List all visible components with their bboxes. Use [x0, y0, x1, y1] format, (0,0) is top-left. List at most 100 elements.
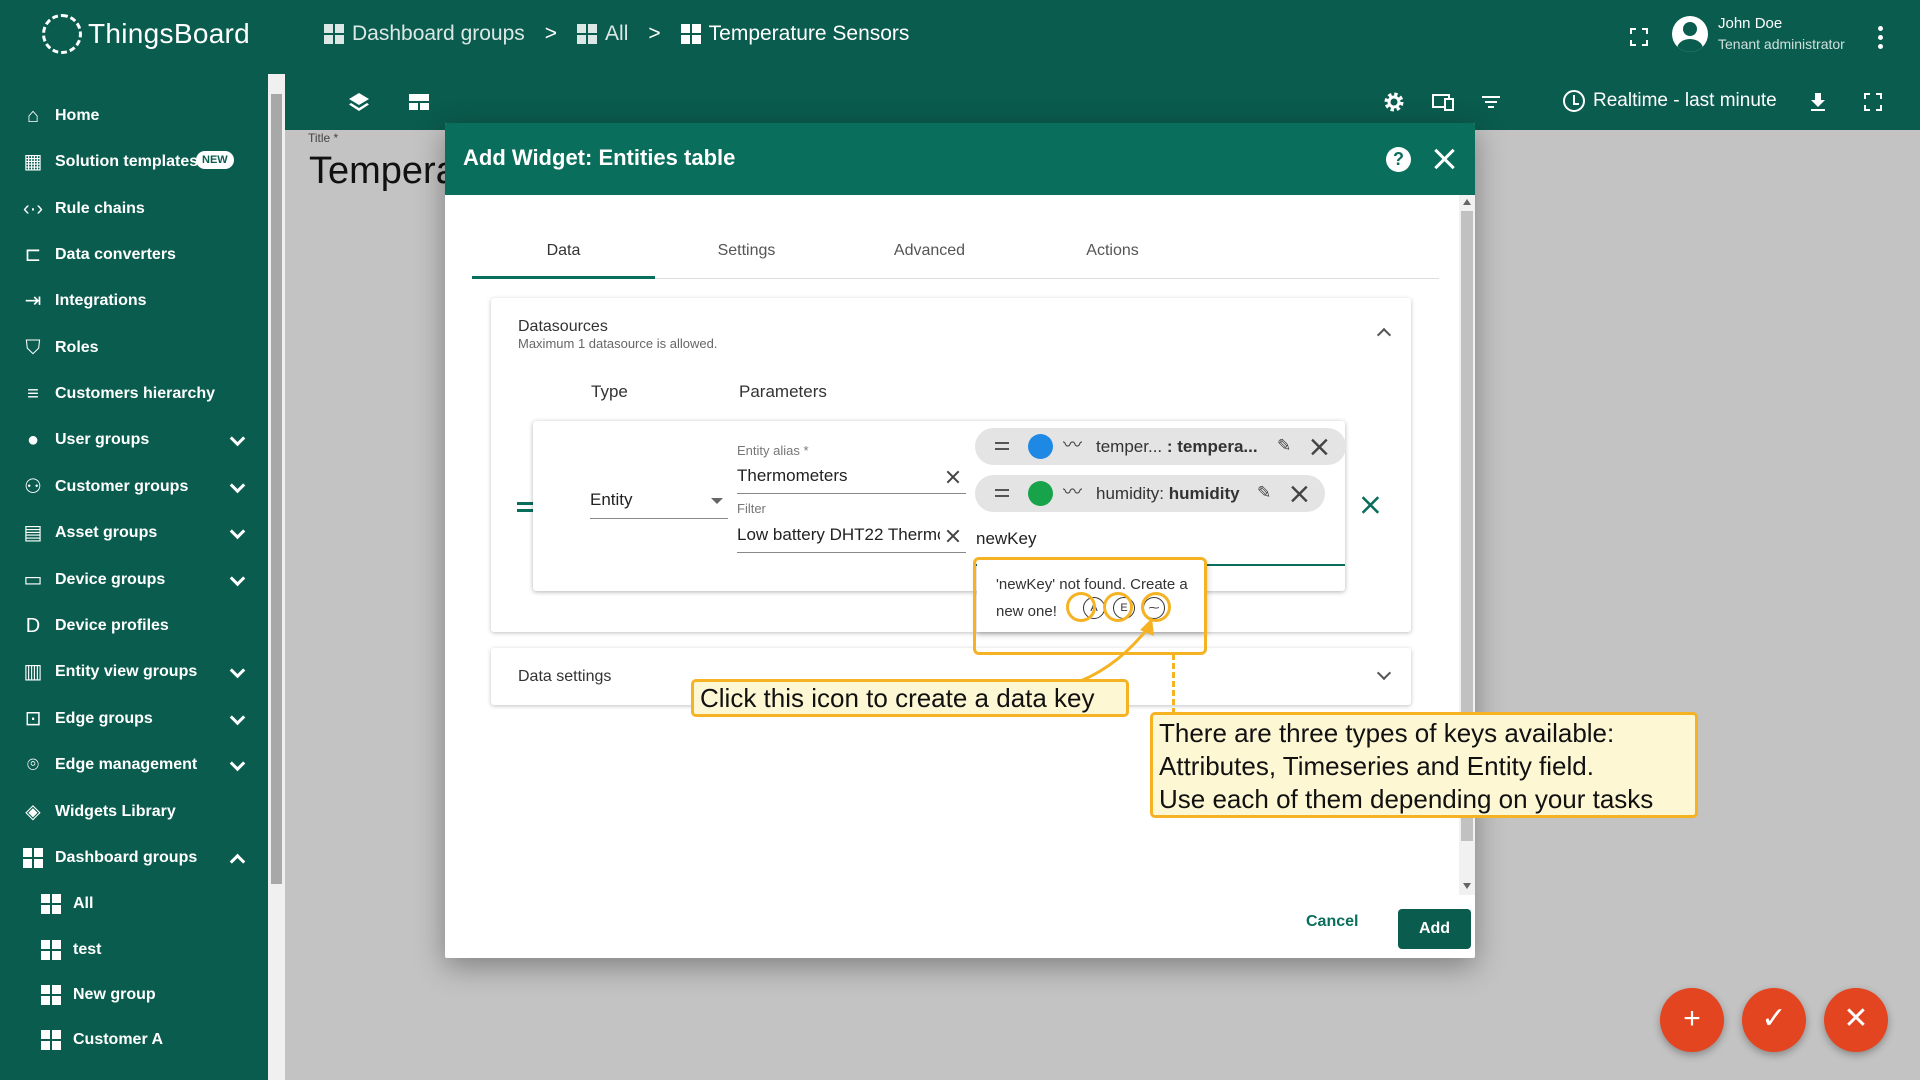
sidebar-item-all[interactable]: All — [0, 884, 268, 924]
app-logo[interactable]: ThingsBoard — [42, 14, 250, 54]
sidebar-item-widgets-library[interactable]: ◈ Widgets Library — [0, 792, 268, 832]
sidebar-item-user-groups[interactable]: ● User groups — [0, 420, 268, 460]
tab-settings[interactable]: Settings — [655, 223, 838, 279]
settings-input-antenna-icon: ⌾ — [27, 754, 39, 776]
dashboard-icon — [324, 24, 344, 44]
apps-icon: ▦ — [23, 151, 43, 173]
parameters-column-header: Parameters — [739, 382, 827, 401]
clear-icon[interactable] — [946, 529, 960, 543]
cancel-button[interactable]: Cancel — [1306, 913, 1358, 931]
add-widget-fab[interactable]: + — [1660, 988, 1724, 1052]
drag-handle-icon[interactable] — [995, 442, 1009, 450]
sidebar-item-test[interactable]: test — [0, 930, 268, 970]
sidebar-item-roles[interactable]: ⛉ Roles — [0, 328, 268, 368]
sidebar-item-entity-view-groups[interactable]: ▥ Entity view groups — [0, 652, 268, 692]
sidebar-item-rule-chains[interactable]: ‹·› Rule chains — [0, 189, 268, 229]
timewindow-button[interactable]: Realtime - last minute — [1563, 90, 1777, 112]
data-key-chip[interactable]: 〰 humidity: humidity ✎ — [975, 475, 1325, 512]
fullscreen-icon[interactable] — [1629, 27, 1649, 47]
help-icon[interactable]: ? — [1386, 147, 1411, 172]
tab-data[interactable]: Data — [472, 223, 655, 279]
breadcrumb-separator: > — [648, 22, 661, 45]
data-settings-title: Data settings — [518, 668, 612, 685]
sidebar-item-device-groups[interactable]: ▭ Device groups — [0, 560, 268, 600]
add-button[interactable]: Add — [1398, 909, 1471, 949]
shield-icon: ⛉ — [25, 337, 41, 359]
key-color-dot[interactable] — [1028, 481, 1053, 506]
chevron-down-icon[interactable] — [229, 477, 246, 494]
chevron-up-icon[interactable] — [1376, 327, 1392, 343]
edit-icon[interactable]: ✎ — [1277, 437, 1293, 454]
sidebar-item-label: Edge management — [55, 756, 198, 773]
user-role: Tenant administrator — [1718, 36, 1845, 52]
tab-actions[interactable]: Actions — [1021, 223, 1204, 279]
breadcrumb-all[interactable]: All — [577, 22, 628, 46]
devices-icon[interactable] — [1431, 90, 1455, 114]
entity-alias-input[interactable]: Thermometers — [737, 466, 937, 486]
filter-list-icon[interactable] — [1479, 90, 1503, 114]
sidebar-item-customer-groups[interactable]: ⚇ Customer groups — [0, 467, 268, 507]
user-menu[interactable]: John Doe Tenant administrator — [1672, 14, 1845, 54]
chevron-down-icon[interactable] — [229, 523, 246, 540]
sidebar-item-customers-hierarchy[interactable]: ≡ Customers hierarchy — [0, 374, 268, 414]
drag-handle-icon[interactable] — [995, 489, 1009, 497]
sidebar-item-dashboard-groups[interactable]: Dashboard groups — [0, 838, 268, 878]
dashboard-icon — [40, 939, 62, 961]
sidebar-item-asset-groups[interactable]: ▤ Asset groups — [0, 513, 268, 553]
remove-key-icon[interactable] — [1310, 438, 1328, 456]
chevron-up-icon[interactable] — [229, 853, 246, 870]
sidebar-item-label: Integrations — [55, 292, 147, 309]
sidebar-item-edge-management[interactable]: ⌾ Edge management — [0, 745, 268, 785]
more-vert-icon[interactable] — [1878, 26, 1883, 53]
sidebar-item-label: Customer A — [73, 1031, 164, 1048]
chevron-down-icon[interactable] — [1376, 665, 1392, 681]
decline-changes-fab[interactable]: ✕ — [1824, 988, 1888, 1052]
fullscreen-icon[interactable] — [1863, 92, 1883, 112]
sidebar-item-home[interactable]: ⌂ Home — [0, 96, 268, 136]
datasources-subtitle: Maximum 1 datasource is allowed. — [518, 336, 718, 351]
dashboard-icon — [577, 24, 598, 44]
sidebar-scrollbar[interactable] — [268, 74, 285, 1080]
filter-input[interactable]: Low battery DHT22 Thermometers — [737, 525, 940, 545]
account-circle-icon — [1672, 16, 1708, 52]
sidebar-item-edge-groups[interactable]: ⊡ Edge groups — [0, 699, 268, 739]
apply-changes-fab[interactable]: ✓ — [1742, 988, 1806, 1052]
sidebar-item-device-profiles[interactable]: D Device profiles — [0, 606, 268, 646]
domain-icon: ▤ — [23, 522, 43, 544]
remove-key-icon[interactable] — [1290, 485, 1308, 503]
settings-icon[interactable] — [1382, 90, 1406, 114]
edit-icon[interactable]: ✎ — [1257, 484, 1273, 501]
sidebar-item-solution-templates[interactable]: ▦ Solution templates NEW — [0, 142, 268, 182]
dashboard-icon — [40, 1029, 62, 1051]
view-quilt-icon: ▥ — [23, 661, 43, 683]
tab-advanced[interactable]: Advanced — [838, 223, 1021, 279]
timeline-icon: 〰 — [1063, 482, 1083, 503]
remove-datasource-icon[interactable] — [1361, 496, 1380, 515]
key-color-dot[interactable] — [1028, 434, 1053, 459]
sidebar-item-new-group[interactable]: New group — [0, 975, 268, 1015]
router-icon: ⊡ — [24, 708, 42, 730]
sidebar-item-integrations[interactable]: ⇥ Integrations — [0, 281, 268, 321]
sidebar-item-customer-a[interactable]: Customer A — [0, 1020, 268, 1060]
input-icon: ⇥ — [24, 290, 42, 312]
data-key-input[interactable]: newKey — [976, 529, 1036, 549]
dashboard-title[interactable]: Tempera — [309, 150, 457, 193]
layers-icon[interactable] — [347, 90, 371, 114]
dropdown-arrow-icon[interactable] — [711, 498, 723, 504]
data-key-chip[interactable]: 〰 temper... : tempera... ✎ — [975, 428, 1346, 465]
thingsboard-logo-icon — [42, 14, 82, 54]
breadcrumb-dashboard-groups[interactable]: Dashboard groups — [324, 22, 525, 46]
close-icon[interactable] — [1433, 148, 1455, 170]
type-column-header: Type — [591, 382, 628, 401]
clear-icon[interactable] — [946, 470, 960, 484]
datasource-type-select[interactable]: Entity — [590, 490, 690, 510]
chevron-down-icon[interactable] — [229, 662, 246, 679]
view-compact-icon[interactable] — [407, 90, 431, 114]
chevron-down-icon[interactable] — [229, 709, 246, 726]
chevron-down-icon[interactable] — [229, 430, 246, 447]
sidebar-item-ota-updates[interactable]: ⊞OTA updates — [0, 1068, 268, 1080]
download-icon[interactable] — [1806, 90, 1830, 114]
chevron-down-icon[interactable] — [229, 755, 246, 772]
chevron-down-icon[interactable] — [229, 570, 246, 587]
sidebar-item-data-converters[interactable]: ⊏ Data converters — [0, 235, 268, 275]
